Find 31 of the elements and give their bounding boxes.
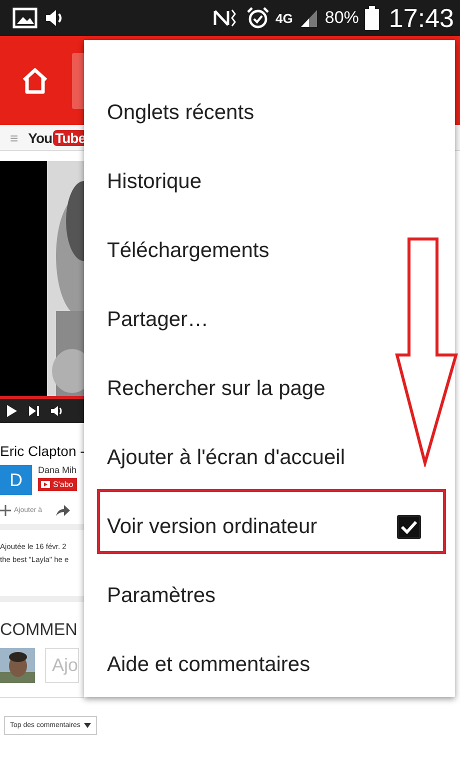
next-icon[interactable] xyxy=(28,405,40,417)
clock: 17:43 xyxy=(388,2,454,34)
image-icon xyxy=(12,7,38,29)
menu-item[interactable]: Historique xyxy=(84,147,455,216)
menu-item[interactable]: Aide et commentaires xyxy=(84,630,455,699)
battery-level: 80% xyxy=(324,8,359,28)
menu-item[interactable]: Ajouter à l'écran d'accueil xyxy=(84,423,455,492)
menu-item[interactable]: Téléchargements xyxy=(84,216,455,285)
alarm-icon xyxy=(246,6,270,30)
caret-icon xyxy=(84,723,92,728)
volume-icon[interactable] xyxy=(50,405,64,417)
checkbox[interactable] xyxy=(397,514,421,538)
menu-item[interactable]: Rechercher sur la page xyxy=(84,354,455,423)
battery-icon xyxy=(364,6,379,30)
plus-icon xyxy=(0,505,11,516)
menu-item[interactable]: Partager… xyxy=(84,285,455,354)
play-icon xyxy=(41,481,50,488)
comments-heading: COMMEN xyxy=(0,620,78,640)
video-title: Eric Clapton - xyxy=(0,443,85,459)
channel-name[interactable]: Dana Mih xyxy=(38,465,77,475)
play-icon[interactable] xyxy=(6,405,18,417)
menu-item[interactable]: Voir version ordinateur xyxy=(84,492,455,561)
signal-icon xyxy=(298,8,319,28)
menu-item[interactable]: Onglets récents xyxy=(84,78,455,147)
share-icon[interactable] xyxy=(56,505,70,516)
home-icon[interactable] xyxy=(20,66,50,94)
menu-item[interactable]: Paramètres xyxy=(84,561,455,630)
network-type: 4G xyxy=(276,10,293,26)
check-icon xyxy=(400,520,418,534)
channel-avatar[interactable]: D xyxy=(0,465,32,495)
subscribe-button[interactable]: S'abo xyxy=(38,478,77,491)
